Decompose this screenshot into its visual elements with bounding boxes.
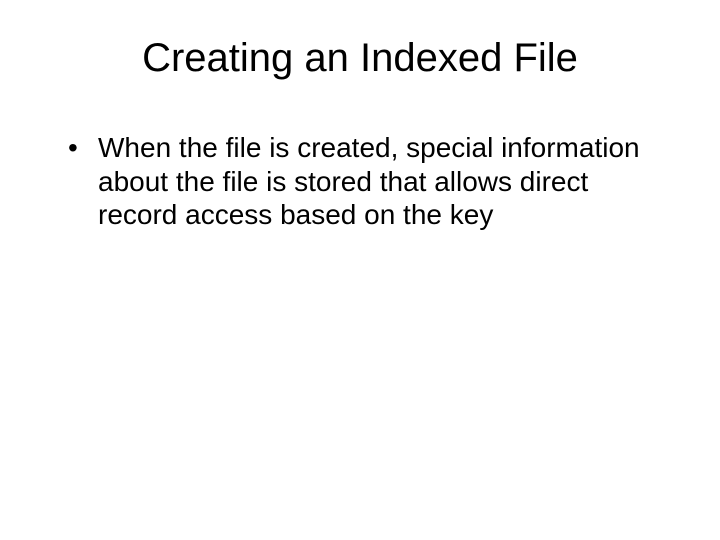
bullet-item: When the file is created, special inform…	[68, 131, 670, 232]
slide-container: Creating an Indexed File When the file i…	[0, 0, 720, 540]
bullet-list: When the file is created, special inform…	[50, 131, 670, 232]
slide-title: Creating an Indexed File	[50, 36, 670, 81]
